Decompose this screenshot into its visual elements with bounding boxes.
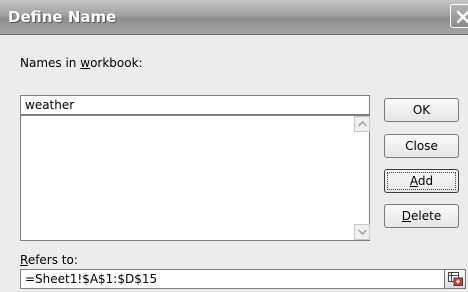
ok-button[interactable]: OK bbox=[384, 98, 459, 122]
add-button[interactable]: Add bbox=[384, 169, 459, 193]
names-in-workbook-label: Names in workbook: bbox=[20, 56, 143, 70]
close-button[interactable]: Close bbox=[384, 134, 459, 158]
title-bar[interactable]: Define Name bbox=[0, 0, 468, 35]
scroll-down-button[interactable] bbox=[354, 224, 370, 240]
delete-button[interactable]: Delete bbox=[384, 204, 459, 228]
arrow-down-icon bbox=[358, 229, 367, 235]
close-icon bbox=[456, 10, 468, 24]
names-list[interactable] bbox=[20, 115, 370, 241]
dialog-title: Define Name bbox=[8, 8, 117, 26]
close-window-button[interactable] bbox=[450, 4, 468, 28]
refers-to-input[interactable]: =Sheet1!$A$1:$D$15 bbox=[20, 269, 466, 289]
name-input[interactable]: weather bbox=[20, 95, 370, 115]
collapse-dialog-button[interactable] bbox=[444, 269, 466, 289]
refers-to-label: Refers to: bbox=[20, 253, 78, 267]
scroll-up-button[interactable] bbox=[354, 116, 370, 132]
arrow-up-icon bbox=[358, 121, 367, 127]
collapse-dialog-icon bbox=[448, 272, 463, 286]
